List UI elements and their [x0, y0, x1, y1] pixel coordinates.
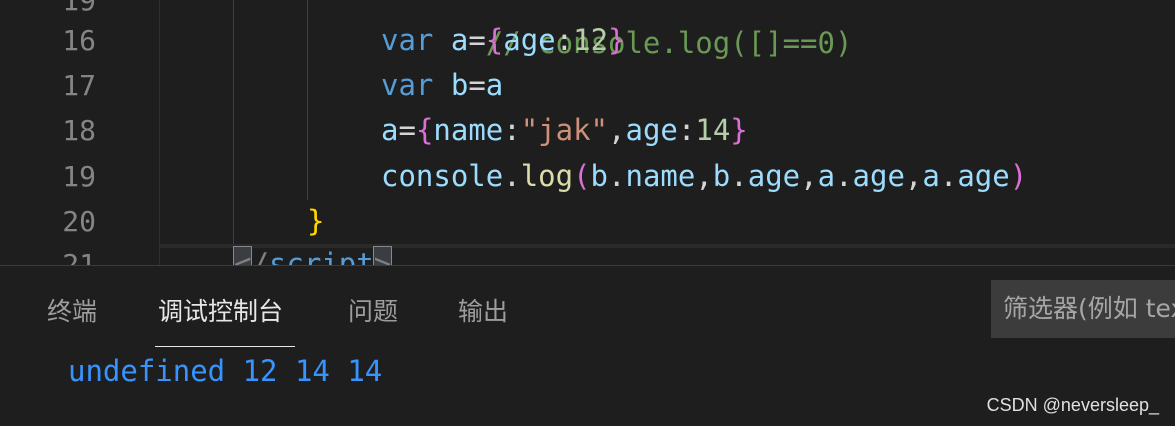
comma-token: , [608, 113, 626, 147]
arg-token: . [608, 159, 626, 193]
tab-debug-console[interactable]: 调试控制台 [158, 292, 283, 328]
keyword-token: var [381, 23, 434, 57]
code-line: console.log(b.name,b.age,a.age,a.age) [381, 154, 1027, 199]
paren-token: ( [573, 159, 591, 193]
colon-token: : [503, 113, 521, 147]
dot-token: . [503, 159, 521, 193]
colon-token: : [555, 23, 574, 57]
arg-token: . [835, 159, 853, 193]
tag-bracket: < [232, 246, 253, 265]
colon-token: : [677, 113, 696, 147]
variable-token: a [485, 68, 504, 102]
arg-token: name [625, 159, 696, 193]
indent-guide [233, 0, 234, 265]
arg-token: , [800, 159, 818, 193]
arg-token: age [957, 159, 1010, 193]
arg-token: b [712, 159, 731, 193]
line-number: 18 [62, 114, 96, 147]
code-line: </script> [232, 242, 393, 265]
line-number: 20 [62, 205, 96, 238]
property-token: age [503, 23, 556, 57]
operator-token: = [398, 113, 416, 147]
arg-token: age [852, 159, 905, 193]
code-line: var b=a [381, 63, 503, 108]
operator-token: = [468, 23, 486, 57]
property-token: age [625, 113, 678, 147]
watermark-text: CSDN @neversleep_ [986, 395, 1159, 415]
tag-name: script [268, 247, 374, 265]
brace-token: } [608, 23, 626, 57]
string-token: "jak" [520, 113, 609, 147]
brace-token: } [730, 113, 748, 147]
variable-token: a [381, 113, 399, 147]
number-token: 14 [695, 113, 731, 147]
brace-token: { [485, 23, 504, 57]
line-number: 21 [62, 248, 96, 265]
code-line: var a={age:12} [381, 18, 626, 63]
tag-slash: / [251, 247, 269, 265]
filter-input[interactable]: 筛选器(例如 text [991, 280, 1175, 338]
arg-token: b [590, 159, 609, 193]
console-output-line: undefined 12 14 14 [68, 354, 383, 388]
code-editor[interactable]: 19 16 17 18 19 20 21 // console.log([]==… [0, 0, 1175, 265]
property-token: name [433, 113, 504, 147]
variable-token: a [450, 23, 469, 57]
operator-token: = [468, 68, 486, 102]
code-line: } [307, 199, 324, 244]
active-tab-indicator [155, 346, 295, 347]
arg-token: , [904, 159, 923, 193]
bottom-panel: 终端 调试控制台 问题 输出 筛选器(例如 text undefined 12 … [0, 265, 1175, 426]
code-line: a={name:"jak",age:14} [381, 108, 748, 153]
arg-token: a [817, 159, 836, 193]
variable-token: b [450, 68, 469, 102]
object-token: console [381, 159, 504, 193]
brace-token: { [415, 113, 434, 147]
tab-output[interactable]: 输出 [458, 292, 508, 328]
tag-bracket: > [372, 246, 393, 265]
brace-token: } [307, 204, 325, 238]
arg-token: a [922, 159, 940, 193]
arg-token: . [939, 159, 958, 193]
keyword-token: var [381, 68, 434, 102]
paren-token: ) [1009, 159, 1028, 193]
function-token: log [520, 159, 574, 193]
tab-terminal[interactable]: 终端 [47, 292, 97, 328]
arg-token: age [747, 159, 801, 193]
line-number: 17 [62, 69, 96, 102]
number-token: 12 [573, 23, 609, 57]
gutter-divider [159, 0, 160, 265]
panel-tabs: 终端 调试控制台 问题 输出 [0, 266, 980, 348]
tab-problems[interactable]: 问题 [348, 292, 398, 328]
vscode-window: 19 16 17 18 19 20 21 // console.log([]==… [0, 0, 1175, 426]
line-number: 16 [62, 24, 96, 57]
line-number: 19 [62, 160, 96, 193]
indent-guide [307, 0, 308, 200]
arg-token: , [695, 159, 713, 193]
arg-token: . [730, 159, 748, 193]
